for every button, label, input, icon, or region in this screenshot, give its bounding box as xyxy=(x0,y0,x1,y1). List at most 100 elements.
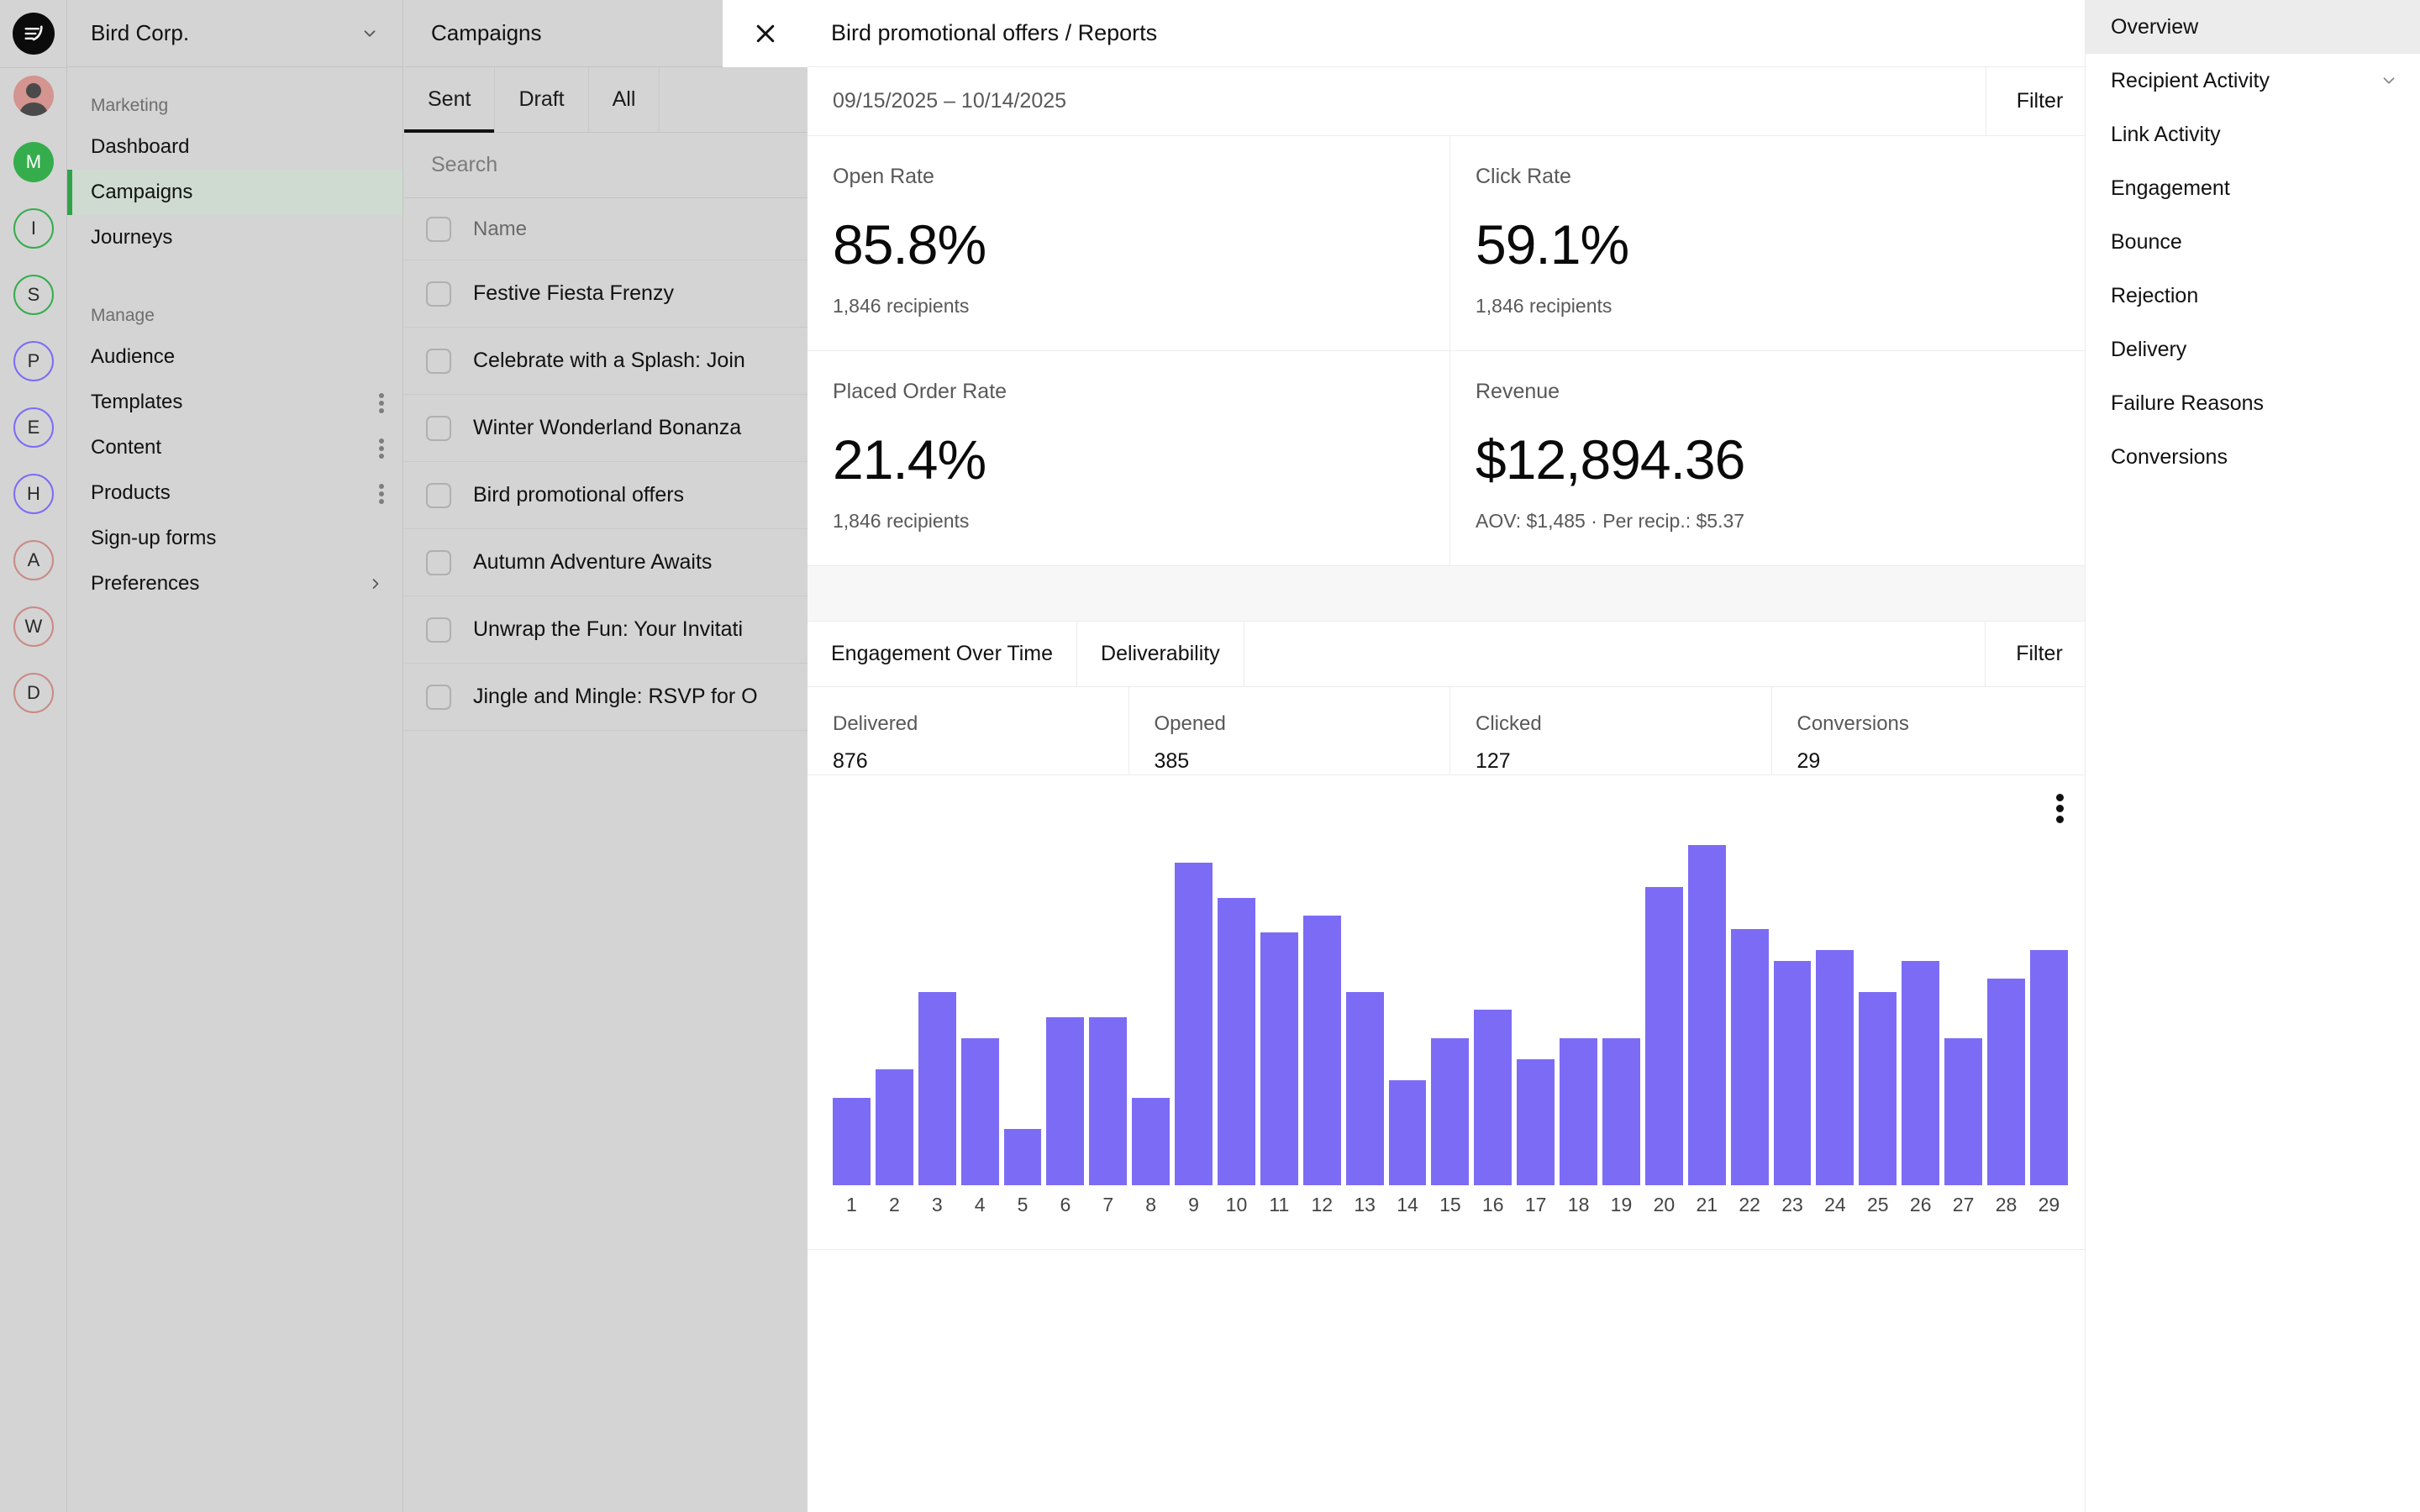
bar[interactable] xyxy=(1431,1037,1470,1185)
chart-tab-engagement-over-time[interactable]: Engagement Over Time xyxy=(808,622,1078,686)
bar-column[interactable] xyxy=(1902,845,1940,1185)
bar-column[interactable] xyxy=(1773,845,1812,1185)
bar-column[interactable] xyxy=(1132,845,1171,1185)
bar-column[interactable] xyxy=(833,845,871,1185)
row-checkbox[interactable] xyxy=(426,281,451,307)
report-nav-item-overview[interactable]: Overview xyxy=(2086,0,2420,54)
bar[interactable] xyxy=(918,992,956,1185)
bar-column[interactable] xyxy=(1859,845,1897,1185)
bar[interactable] xyxy=(1773,960,1812,1185)
bar-column[interactable] xyxy=(1260,845,1298,1185)
sidebar-item-campaigns[interactable]: Campaigns xyxy=(67,170,402,215)
bar[interactable] xyxy=(1345,992,1384,1185)
bar-column[interactable] xyxy=(1944,845,1983,1185)
workspace-avatar-d[interactable]: D xyxy=(13,673,54,713)
bird-logo-icon[interactable] xyxy=(13,13,55,55)
report-nav-item-conversions[interactable]: Conversions xyxy=(2086,430,2420,484)
table-row[interactable]: Celebrate with a Splash: Join xyxy=(404,328,808,395)
more-vertical-icon[interactable] xyxy=(379,482,384,504)
bar-column[interactable] xyxy=(1302,845,1341,1185)
overview-filter-button[interactable]: Filter xyxy=(1986,67,2093,135)
bar-column[interactable] xyxy=(1089,845,1128,1185)
bar-column[interactable] xyxy=(2029,845,2068,1185)
bar-column[interactable] xyxy=(1644,845,1683,1185)
bar-column[interactable] xyxy=(1046,845,1085,1185)
bar-column[interactable] xyxy=(1388,845,1427,1185)
report-nav-item-rejection[interactable]: Rejection xyxy=(2086,269,2420,323)
bar-column[interactable] xyxy=(1175,845,1213,1185)
bar[interactable] xyxy=(1987,978,2025,1185)
bar[interactable] xyxy=(1260,932,1298,1185)
select-all-checkbox[interactable] xyxy=(426,216,451,242)
row-checkbox[interactable] xyxy=(426,549,451,575)
sidebar-item-preferences[interactable]: Preferences xyxy=(67,561,402,606)
bar[interactable] xyxy=(1560,1037,1598,1185)
row-checkbox[interactable] xyxy=(426,348,451,374)
bar[interactable] xyxy=(1003,1129,1042,1185)
sidebar-item-content[interactable]: Content xyxy=(67,425,402,470)
bar[interactable] xyxy=(1517,1058,1555,1185)
workspace-switcher[interactable]: Bird Corp. xyxy=(67,0,402,67)
bar[interactable] xyxy=(1089,1016,1128,1185)
bar[interactable] xyxy=(1474,1010,1512,1185)
chevron-down-icon[interactable] xyxy=(2380,71,2398,90)
table-row[interactable]: Unwrap the Fun: Your Invitati xyxy=(404,596,808,664)
bar-column[interactable] xyxy=(1517,845,1555,1185)
tab-sent[interactable]: Sent xyxy=(404,67,496,133)
row-checkbox[interactable] xyxy=(426,684,451,710)
bar[interactable] xyxy=(1218,897,1255,1185)
tab-all[interactable]: All xyxy=(589,67,660,132)
bar[interactable] xyxy=(960,1037,999,1185)
sidebar-item-journeys[interactable]: Journeys xyxy=(67,215,402,260)
workspace-avatar-e[interactable]: E xyxy=(13,407,54,448)
bar-column[interactable] xyxy=(1345,845,1384,1185)
sidebar-item-templates[interactable]: Templates xyxy=(67,380,402,425)
more-vertical-icon[interactable] xyxy=(379,391,384,413)
date-range-picker[interactable]: 09/15/2025 – 10/14/2025 xyxy=(808,67,1986,135)
bar[interactable] xyxy=(1859,992,1897,1185)
search-input[interactable]: Search xyxy=(404,133,808,198)
workspace-avatar-h[interactable]: H xyxy=(13,474,54,514)
bar-column[interactable] xyxy=(1218,845,1255,1185)
bar-column[interactable] xyxy=(1816,845,1854,1185)
bar[interactable] xyxy=(1046,1016,1085,1185)
bar[interactable] xyxy=(1602,1037,1640,1185)
report-nav-item-delivery[interactable]: Delivery xyxy=(2086,323,2420,376)
bar-column[interactable] xyxy=(1687,845,1726,1185)
bar-column[interactable] xyxy=(1602,845,1640,1185)
table-row[interactable]: Autumn Adventure Awaits xyxy=(404,529,808,596)
table-row[interactable]: Winter Wonderland Bonanza xyxy=(404,395,808,462)
workspace-avatar-m[interactable]: M xyxy=(13,142,54,182)
bar-column[interactable] xyxy=(1987,845,2025,1185)
sidebar-item-products[interactable]: Products xyxy=(67,470,402,516)
sidebar-item-audience[interactable]: Audience xyxy=(67,334,402,380)
bar[interactable] xyxy=(875,1069,913,1185)
bar[interactable] xyxy=(1902,960,1940,1185)
user-avatar[interactable] xyxy=(13,76,54,116)
bar-column[interactable] xyxy=(960,845,999,1185)
row-checkbox[interactable] xyxy=(426,415,451,441)
report-nav-item-recipient-activity[interactable]: Recipient Activity xyxy=(2086,54,2420,108)
workspace-avatar-s[interactable]: S xyxy=(13,275,54,315)
bar[interactable] xyxy=(2029,950,2068,1185)
chart-tab-deliverability[interactable]: Deliverability xyxy=(1077,622,1244,686)
bar[interactable] xyxy=(1816,950,1854,1185)
bar[interactable] xyxy=(1132,1097,1171,1185)
table-row[interactable]: Festive Fiesta Frenzy xyxy=(404,260,808,328)
bar-column[interactable] xyxy=(1730,845,1769,1185)
bar[interactable] xyxy=(833,1097,871,1185)
row-checkbox[interactable] xyxy=(426,482,451,508)
sidebar-item-sign-up-forms[interactable]: Sign-up forms xyxy=(67,516,402,561)
tab-draft[interactable]: Draft xyxy=(495,67,589,132)
table-row[interactable]: Jingle and Mingle: RSVP for O xyxy=(404,664,808,731)
more-vertical-icon[interactable] xyxy=(379,437,384,459)
close-report-button[interactable] xyxy=(723,0,808,67)
bar-column[interactable] xyxy=(1431,845,1470,1185)
bar-column[interactable] xyxy=(1003,845,1042,1185)
chart-filter-button[interactable]: Filter xyxy=(1986,622,2093,686)
bar-column[interactable] xyxy=(1560,845,1598,1185)
bar-column[interactable] xyxy=(918,845,956,1185)
bar[interactable] xyxy=(1687,845,1726,1185)
bar[interactable] xyxy=(1175,862,1213,1185)
table-row[interactable]: Bird promotional offers xyxy=(404,462,808,529)
